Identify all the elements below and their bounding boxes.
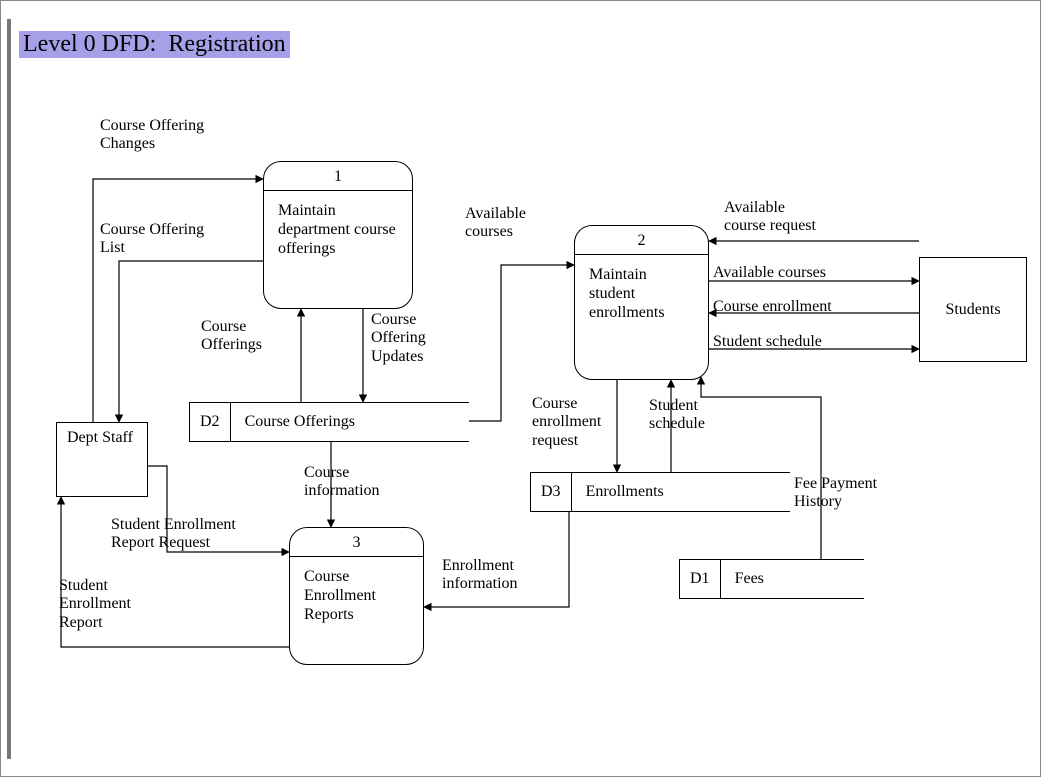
process-1: 1 Maintain department course offerings [263, 161, 413, 309]
datastore-name: Course Offerings [230, 402, 469, 442]
datastore-d3: D3 Enrollments [530, 472, 790, 512]
flow-label: Course Offering Changes [100, 117, 204, 154]
flow-label: Student schedule [649, 397, 705, 434]
flow-label: Student schedule [713, 333, 822, 351]
datastore-name: Enrollments [571, 472, 790, 512]
process-name: Course Enrollment Reports [290, 557, 423, 635]
flow-label: Course information [304, 464, 380, 501]
datastore-d1: D1 Fees [679, 559, 864, 599]
process-number: 1 [264, 162, 412, 191]
flow-label: Course enrollment [713, 298, 832, 316]
flow-label: Enrollment information [442, 557, 518, 594]
datastore-d2: D2 Course Offerings [189, 402, 469, 442]
entity-dept-staff: Dept Staff [56, 422, 148, 497]
datastore-id: D1 [679, 559, 720, 599]
flow-label: Course enrollment request [532, 395, 601, 450]
datastore-id: D2 [189, 402, 230, 442]
entity-label: Students [945, 301, 1000, 319]
flow-label: Student Enrollment Report Request [111, 516, 236, 553]
datastore-id: D3 [530, 472, 571, 512]
diagram-title: Level 0 DFD: Registration [19, 31, 290, 58]
left-margin-bar [7, 19, 11, 759]
flow-label: Student Enrollment Report [59, 577, 131, 632]
process-name: Maintain student enrollments [575, 255, 708, 333]
flow-label: Available course request [724, 199, 816, 236]
flow-label: Available courses [465, 205, 526, 242]
process-2: 2 Maintain student enrollments [574, 225, 709, 380]
process-name: Maintain department course offerings [264, 191, 412, 269]
flow-label: Fee Payment History [794, 475, 877, 512]
flow-label: Course Offerings [201, 318, 262, 355]
entity-label: Dept Staff [67, 429, 133, 446]
flow-label: Course Offering Updates [371, 311, 426, 366]
process-3: 3 Course Enrollment Reports [289, 527, 424, 665]
flow-label: Available courses [713, 264, 826, 282]
diagram-canvas: Level 0 DFD: Registration Dept Staff Stu… [0, 0, 1041, 777]
process-number: 2 [575, 226, 708, 255]
process-number: 3 [290, 528, 423, 557]
datastore-name: Fees [720, 559, 864, 599]
flow-label: Course Offering List [100, 221, 204, 258]
entity-students: Students [919, 257, 1027, 362]
